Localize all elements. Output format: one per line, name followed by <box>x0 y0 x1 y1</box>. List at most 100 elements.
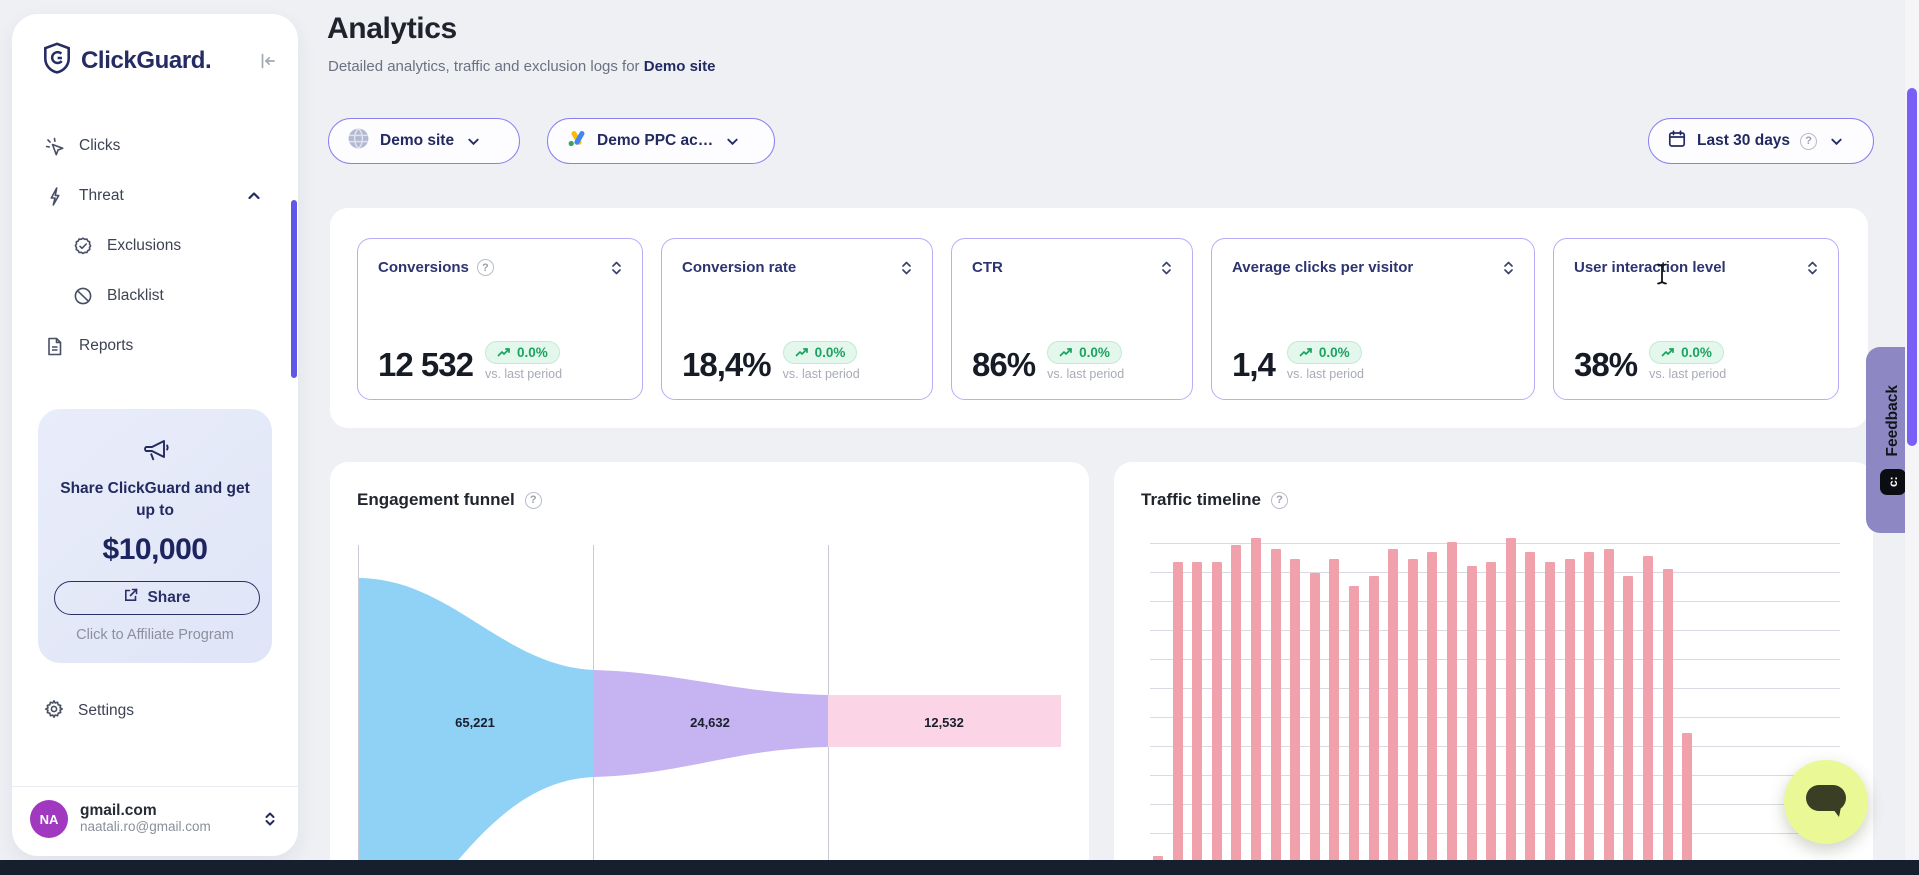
site-select-value: Demo site <box>380 132 454 150</box>
ppc-account-select[interactable]: Demo PPC ac… <box>547 118 775 164</box>
timeline-bar <box>1682 733 1692 875</box>
trending-up-icon <box>1299 347 1313 358</box>
traffic-timeline-plot <box>1150 535 1840 875</box>
chat-launcher-button[interactable] <box>1784 760 1868 844</box>
chevron-up-down-icon[interactable] <box>611 260 622 276</box>
timeline-bar <box>1623 576 1633 875</box>
delta-value: 0.0% <box>1681 345 1712 360</box>
stat-caption: vs. last period <box>485 367 562 381</box>
help-icon: ? <box>1800 133 1817 150</box>
delta-badge: 0.0% <box>1047 341 1122 364</box>
timeline-bar <box>1545 562 1555 875</box>
timeline-bar <box>1329 559 1339 875</box>
chevron-down-icon <box>1829 134 1844 149</box>
sidebar-item-threat[interactable]: Threat <box>12 171 298 221</box>
external-link-icon <box>123 587 139 608</box>
funnel-title: Engagement funnel <box>357 490 515 510</box>
delta-badge: 0.0% <box>1287 341 1362 364</box>
site-select[interactable]: Demo site <box>328 118 520 164</box>
stat-value: 1,4 <box>1232 348 1275 381</box>
stat-title: CTR <box>972 259 1003 276</box>
date-range-value: Last 30 days <box>1697 132 1790 150</box>
calendar-icon <box>1667 129 1687 154</box>
chevron-up-down-icon[interactable] <box>901 260 912 276</box>
page-subtitle-site: Demo site <box>644 58 716 75</box>
stat-value: 12 532 <box>378 348 473 381</box>
chevron-up-down-icon <box>262 810 278 828</box>
chevron-down-icon <box>466 134 481 149</box>
stat-caption: vs. last period <box>1649 367 1726 381</box>
timeline-bar <box>1663 569 1673 875</box>
account-email: naatali.ro@gmail.com <box>80 819 211 836</box>
chevron-up-down-icon[interactable] <box>1503 260 1514 276</box>
timeline-bar <box>1525 552 1535 875</box>
trending-up-icon <box>1661 347 1675 358</box>
timeline-bar <box>1408 559 1418 875</box>
feedback-logo-icon: c: <box>1880 469 1906 495</box>
delta-value: 0.0% <box>517 345 548 360</box>
google-ads-icon <box>566 128 587 154</box>
stat-card: Conversion rate ? 18,4% 0.0% vs. last pe… <box>661 238 933 400</box>
trending-up-icon <box>795 347 809 358</box>
sidebar: ClickGuard. Clicks Threat Exclusions Bla… <box>12 14 298 856</box>
clickguard-logo-icon <box>42 42 72 79</box>
timeline-bar <box>1565 559 1575 875</box>
timeline-bar <box>1271 549 1281 875</box>
account-name: gmail.com <box>80 802 211 820</box>
sidebar-item-label: Reports <box>79 337 133 355</box>
timeline-bar <box>1467 566 1477 875</box>
trending-up-icon <box>1059 347 1073 358</box>
sidebar-item-blacklist[interactable]: Blacklist <box>12 271 298 321</box>
help-icon: ? <box>1271 492 1288 509</box>
funnel-value-label: 12,532 <box>924 715 964 730</box>
globe-icon <box>347 127 370 155</box>
badge-check-icon <box>72 236 93 256</box>
stat-title: User interaction level <box>1574 259 1726 276</box>
funnel-value-label: 65,221 <box>455 715 495 730</box>
sidebar-item-label: Clicks <box>79 137 120 155</box>
stat-value: 38% <box>1574 348 1637 381</box>
traffic-timeline-card: Traffic timeline ? <box>1114 462 1873 875</box>
logo-row: ClickGuard. <box>12 14 298 79</box>
promo-amount: $10,000 <box>54 533 256 567</box>
lightning-icon <box>44 186 65 207</box>
stat-card: CTR ? 86% 0.0% vs. last period <box>951 238 1193 400</box>
timeline-bar <box>1369 576 1379 875</box>
sidebar-item-label: Exclusions <box>107 237 181 255</box>
chevron-up-down-icon[interactable] <box>1161 260 1172 276</box>
megaphone-icon <box>139 450 171 467</box>
sidebar-item-exclusions[interactable]: Exclusions <box>12 221 298 271</box>
page-title: Analytics <box>327 12 457 46</box>
account-switcher[interactable]: NA gmail.com naatali.ro@gmail.com <box>12 786 298 856</box>
stat-caption: vs. last period <box>1287 367 1364 381</box>
timeline-bar <box>1506 538 1516 875</box>
cursor-click-icon <box>44 136 65 157</box>
timeline-bar <box>1604 549 1614 875</box>
scrollbar-track[interactable] <box>1905 0 1919 875</box>
bottom-edge-strip <box>0 860 1919 875</box>
stat-card: Conversions ? 12 532 0.0% vs. last perio… <box>357 238 643 400</box>
sidebar-item-reports[interactable]: Reports <box>12 321 298 371</box>
timeline-bar <box>1643 556 1653 875</box>
affiliate-promo-card[interactable]: Share ClickGuard and get up to $10,000 S… <box>38 409 272 663</box>
chevron-up-icon[interactable] <box>246 188 262 204</box>
page-subtitle-text: Detailed analytics, traffic and exclusio… <box>328 58 640 75</box>
timeline-bar <box>1173 562 1183 875</box>
stat-title: Conversion rate <box>682 259 796 276</box>
sidebar-item-clicks[interactable]: Clicks <box>12 121 298 171</box>
timeline-bar <box>1349 586 1359 875</box>
chevron-down-icon <box>725 134 740 149</box>
chevron-up-down-icon[interactable] <box>1807 260 1818 276</box>
stat-title: Conversions <box>378 259 469 276</box>
share-button-label: Share <box>147 589 190 607</box>
timeline-bar <box>1388 549 1398 875</box>
sidebar-item-settings[interactable]: Settings <box>12 699 298 724</box>
sidebar-collapse-icon[interactable] <box>256 50 278 72</box>
gear-icon <box>44 699 64 724</box>
date-range-select[interactable]: Last 30 days ? <box>1648 118 1874 164</box>
share-button[interactable]: Share <box>54 581 260 615</box>
timeline-bar <box>1212 562 1222 875</box>
chat-bubble-icon <box>1803 781 1849 824</box>
ban-icon <box>72 286 93 306</box>
scrollbar-thumb[interactable] <box>1907 88 1917 446</box>
